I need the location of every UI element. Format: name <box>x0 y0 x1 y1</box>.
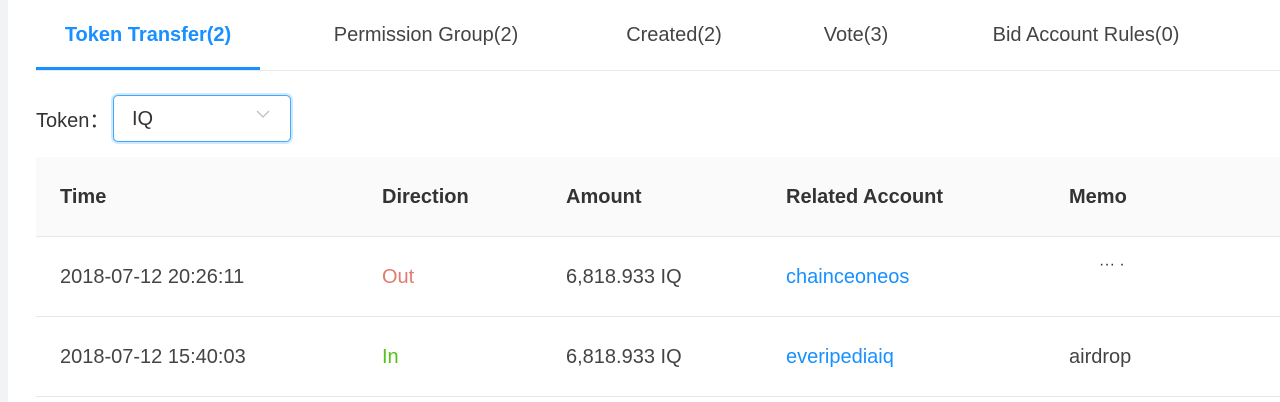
row-memo: airdrop <box>1069 345 1132 368</box>
row-direction: Out <box>382 265 415 288</box>
header-related-account: Related Account <box>786 185 944 208</box>
token-filter-label: Token： <box>36 110 110 132</box>
row-direction: In <box>382 345 399 368</box>
transfer-table: Time Direction Amount Related Account Me… <box>36 157 1280 397</box>
table-row: 2018-07-12 15:40:03 In 6,818.933 IQ ever… <box>36 317 1280 397</box>
row-related-account-link[interactable]: chainceoneos <box>786 237 909 317</box>
tab-vote[interactable]: Vote(3) <box>806 0 906 71</box>
table-row: 2018-07-12 20:26:11 Out 6,818.933 IQ cha… <box>36 237 1280 317</box>
chevron-down-icon <box>256 110 270 118</box>
token-select-value: IQ <box>132 108 154 130</box>
tab-bar: Token Transfer(2) Permission Group(2) Cr… <box>36 0 1280 71</box>
row-amount: 6,818.933 IQ <box>566 265 682 288</box>
header-amount: Amount <box>566 185 642 208</box>
tab-permission-group[interactable]: Permission Group(2) <box>320 0 532 71</box>
tab-token-transfer[interactable]: Token Transfer(2) <box>36 0 260 71</box>
row-memo: ··· · <box>1099 237 1125 317</box>
token-select[interactable]: IQ <box>113 95 291 142</box>
row-time: 2018-07-12 20:26:11 <box>60 265 245 288</box>
row-amount: 6,818.933 IQ <box>566 345 682 368</box>
row-memo-text: ··· · <box>1099 256 1125 273</box>
tab-created[interactable]: Created(2) <box>606 0 742 71</box>
header-time: Time <box>60 185 107 208</box>
left-panel-edge <box>0 0 8 402</box>
tab-bid-account-rules[interactable]: Bid Account Rules(0) <box>972 0 1200 71</box>
header-memo: Memo <box>1069 185 1127 208</box>
row-related-account-link[interactable]: everipediaiq <box>786 317 894 397</box>
active-tab-indicator <box>36 67 260 70</box>
header-direction: Direction <box>382 185 469 208</box>
row-time: 2018-07-12 15:40:03 <box>60 345 246 368</box>
table-header: Time Direction Amount Related Account Me… <box>36 157 1280 237</box>
